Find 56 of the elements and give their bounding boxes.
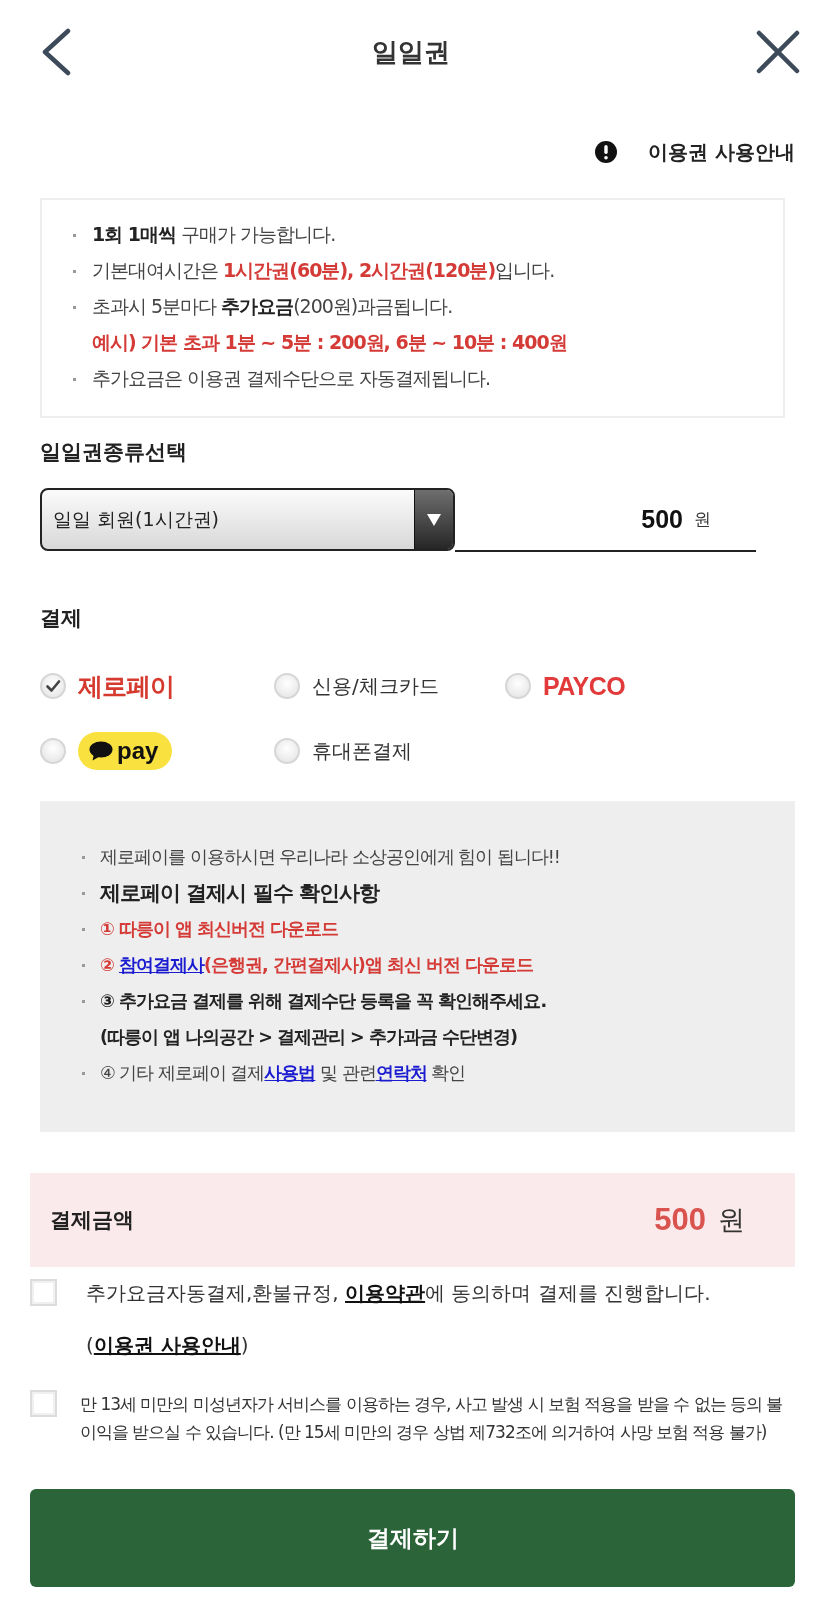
bullet-icon <box>82 963 85 967</box>
currency-unit: 원 <box>718 1203 745 1237</box>
info-text-heading: 제로페이 결제시 필수 확인사항 <box>100 880 379 907</box>
currency-unit: 원 <box>694 507 711 531</box>
usage-guide-link[interactable]: 이용권 사용안내 <box>595 137 795 167</box>
text-link[interactable]: 이용권 사용안내 <box>93 1333 241 1357</box>
bullet-icon <box>82 999 85 1003</box>
info-text: ① 따릉이 앱 최신버전 다운로드 <box>100 918 339 941</box>
radio-button[interactable] <box>274 738 300 764</box>
notice-text: 초과시 5분마다 추가요금(200원)과금됩니다. <box>92 294 453 319</box>
payment-option-label: 신용/체크카드 <box>312 672 439 700</box>
radio-button[interactable] <box>40 673 66 699</box>
text-link[interactable]: 연락처 <box>375 1063 427 1083</box>
info-text: ④ 기타 제로페이 결제사용법 및 관련연락처 확인 <box>100 1062 466 1085</box>
bullet-icon <box>82 927 85 931</box>
text-link[interactable]: 이용약관 <box>345 1281 426 1305</box>
info-text: (따릉이 앱 나의공간 > 결제관리 > 추가과금 수단변경) <box>100 1026 517 1049</box>
section-label: 결제 <box>40 605 82 632</box>
exclamation-icon <box>595 141 618 163</box>
bullet-icon <box>73 269 76 273</box>
back-icon[interactable] <box>40 28 72 76</box>
pay-logo-text: pay <box>117 737 159 765</box>
checkbox[interactable] <box>30 1390 57 1417</box>
bullet-icon <box>82 1071 85 1075</box>
payment-option-label: 휴대폰결제 <box>312 737 412 765</box>
notice-text: 예시) 기본 초과 1분 ~ 5분 : 200원, 6분 ~ 10분 : 400원 <box>92 330 567 355</box>
notice-text: 기본대여시간은 1시간권(60분), 2시간권(120분)입니다. <box>92 258 555 283</box>
bullet-icon <box>73 305 76 309</box>
section-label: 일일권종류선택 <box>40 439 187 466</box>
info-text: 제로페이를 이용하시면 우리나라 소상공인에게 힘이 됩니다!! <box>100 846 560 869</box>
notice-text: 1회 1매씩 구매가 가능합니다. <box>92 222 336 247</box>
agreement-text: 만 13세 미만의 미성년자가 서비스를 이용하는 경우, 사고 발생 시 보험 적용을 받을 수 없는 등의 불이익을 받으실 수 있습니다. (만 15세 미만의 경우 상법 제732조에 의거하여 사망 보험 적용 불가) <box>80 1393 784 1444</box>
ticket-type-dropdown[interactable]: 일일 회원(1시간권) <box>40 488 455 551</box>
speech-bubble-icon <box>89 741 113 761</box>
info-text: ③ 추가요금 결제를 위해 결제수단 등록을 꼭 확인해주세요. <box>100 990 547 1013</box>
close-icon[interactable] <box>756 30 800 74</box>
payment-logo-text: PAYCO <box>543 671 626 701</box>
info-text: ② 참여결제사(은행권, 간편결제사)앱 최신 버전 다운로드 <box>100 954 533 977</box>
radio-button[interactable] <box>505 673 531 699</box>
text-link[interactable]: 참여결제사 <box>118 955 204 975</box>
agreement-text: 추가요금자동결제,환불규정, 이용약관에 동의하며 결제를 진행합니다.(이용권 사용안내) <box>86 1280 712 1359</box>
notice-text: 추가요금은 이용권 결제수단으로 자동결제됩니다. <box>92 366 491 391</box>
radio-button[interactable] <box>40 738 66 764</box>
bullet-icon <box>73 233 76 237</box>
price-value: 500 <box>641 504 683 534</box>
bullet-icon <box>82 855 85 859</box>
text-link[interactable]: 사용법 <box>264 1063 316 1083</box>
bullet-icon <box>82 891 85 895</box>
page-title: 일일권 <box>372 35 450 69</box>
checkbox[interactable] <box>30 1279 57 1306</box>
total-label: 결제금액 <box>50 1207 134 1234</box>
total-amount: 500 <box>654 1202 706 1238</box>
radio-button[interactable] <box>274 673 300 699</box>
pay-button[interactable]: 결제하기 <box>30 1489 795 1587</box>
bullet-icon <box>73 377 76 381</box>
payment-option-label: 제로페이 <box>78 670 174 703</box>
